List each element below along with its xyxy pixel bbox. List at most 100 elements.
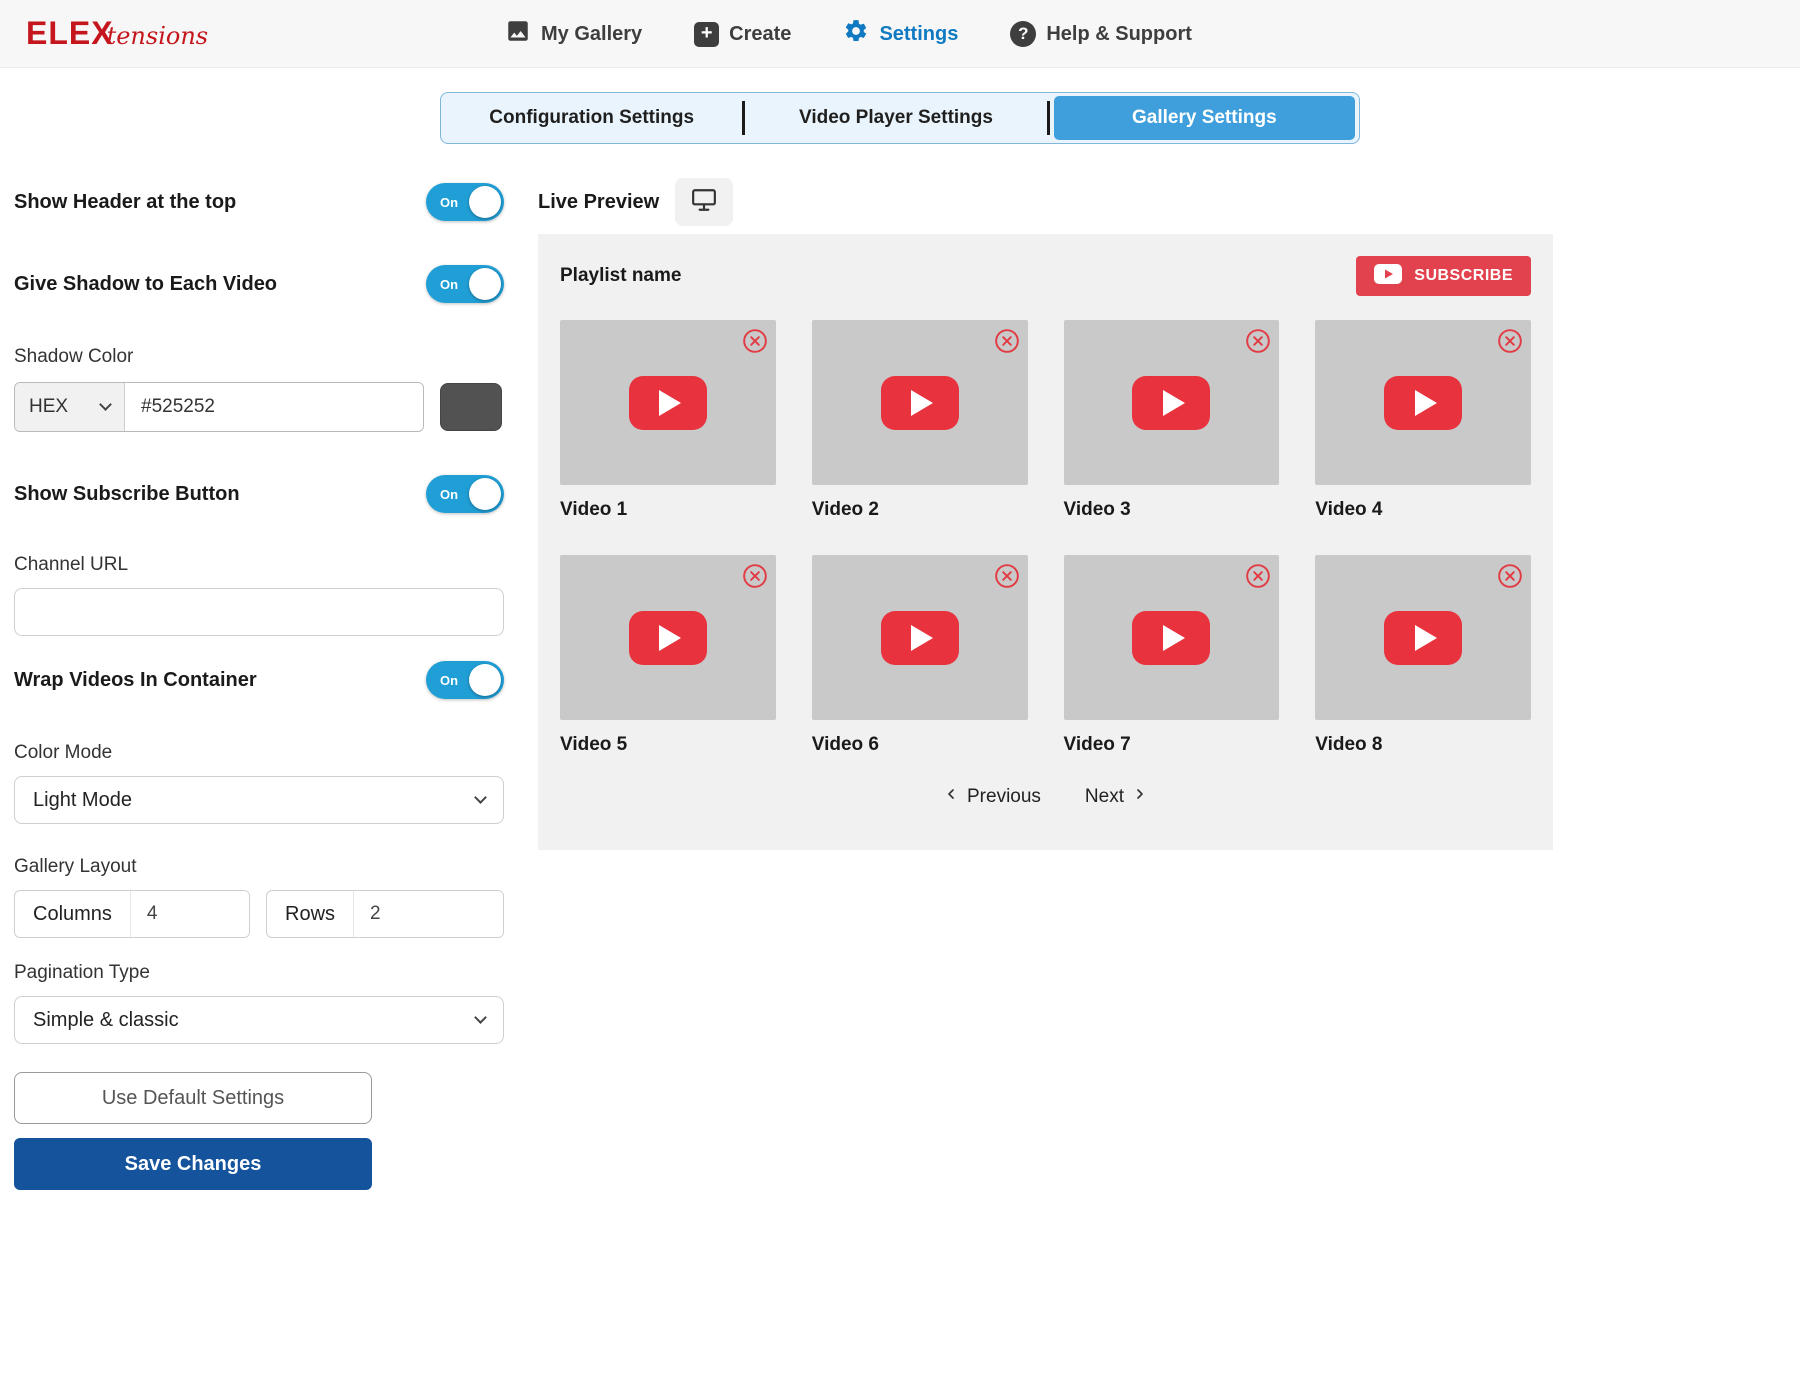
wrap-label: Wrap Videos In Container [14,669,257,692]
remove-video-icon[interactable] [1497,328,1523,354]
video-title: Video 8 [1315,734,1531,756]
youtube-play-icon[interactable] [881,376,959,430]
playlist-name: Playlist name [560,265,681,287]
channel-url-section: Channel URL [14,554,504,636]
video-thumbnail[interactable] [1064,555,1280,720]
desktop-preview-button[interactable] [675,178,733,226]
color-mode-label: Color Mode [14,742,504,764]
previous-page-link[interactable]: Previous [943,786,1041,808]
youtube-play-icon[interactable] [629,376,707,430]
youtube-play-icon[interactable] [1384,611,1462,665]
columns-input[interactable] [130,891,249,937]
pagination-type-value: Simple & classic [33,1009,179,1032]
video-card: Video 1 [560,320,776,521]
video-thumbnail[interactable] [1315,555,1531,720]
video-title: Video 2 [812,499,1028,521]
subscribe-button[interactable]: SUBSCRIBE [1356,256,1531,296]
video-thumbnail[interactable] [812,320,1028,485]
tab-configuration-settings[interactable]: Configuration Settings [441,93,742,143]
chevron-down-icon [474,791,487,804]
color-format-select[interactable]: HEX [15,383,125,431]
use-default-settings-button[interactable]: Use Default Settings [14,1072,372,1124]
subscribe-toggle[interactable]: On [426,475,504,513]
video-card: Video 2 [812,320,1028,521]
video-thumbnail[interactable] [1315,320,1531,485]
pagination-type-select[interactable]: Simple & classic [14,996,504,1044]
show-header-label: Show Header at the top [14,191,236,214]
nav-label: Settings [879,23,958,46]
play-triangle [659,390,681,416]
chevron-down-icon [474,1011,487,1024]
youtube-play-icon[interactable] [1132,611,1210,665]
chevron-right-icon [1132,786,1148,808]
youtube-play-icon[interactable] [1132,376,1210,430]
channel-url-input[interactable] [14,588,504,636]
toggle-knob [469,268,501,300]
toggle-knob [469,664,501,696]
live-preview-title: Live Preview [538,191,659,214]
remove-video-icon[interactable] [1497,563,1523,589]
nav-item-settings[interactable]: Settings [843,18,958,50]
columns-field: Columns [14,890,250,938]
video-thumbnail[interactable] [1064,320,1280,485]
color-format-value: HEX [29,396,68,418]
show-header-toggle[interactable]: On [426,183,504,221]
video-card: Video 6 [812,555,1028,756]
tab-divider [1047,101,1050,135]
gallery-icon [505,18,531,50]
pagination-type-label: Pagination Type [14,962,504,984]
remove-video-icon[interactable] [994,563,1020,589]
shadow-color-input[interactable] [125,383,423,431]
play-triangle [911,625,933,651]
nav-item-my-gallery[interactable]: My Gallery [505,18,642,50]
video-thumbnail[interactable] [560,555,776,720]
video-title: Video 3 [1064,499,1280,521]
save-changes-button[interactable]: Save Changes [14,1138,372,1190]
next-page-link[interactable]: Next [1085,786,1148,808]
settings-form: Show Header at the top On Give Shadow to… [14,180,504,1190]
remove-video-icon[interactable] [742,563,768,589]
nav-item-create[interactable]: Create [694,22,791,47]
play-triangle [1415,625,1437,651]
nav-item-help-support[interactable]: Help & Support [1010,21,1192,47]
youtube-play-icon[interactable] [881,611,959,665]
play-triangle [659,625,681,651]
nav-label: Create [729,23,791,46]
remove-video-icon[interactable] [994,328,1020,354]
rows-input[interactable] [353,891,503,937]
remove-video-icon[interactable] [1245,563,1271,589]
youtube-icon [1374,264,1402,289]
color-mode-select[interactable]: Light Mode [14,776,504,824]
shadow-color-swatch[interactable] [440,383,502,431]
logo-script-text: tensions [107,22,209,50]
shadow-toggle[interactable]: On [426,265,504,303]
play-triangle [1163,390,1185,416]
video-title: Video 6 [812,734,1028,756]
toggle-state-label: On [440,487,458,502]
video-thumbnail[interactable] [560,320,776,485]
youtube-play-icon[interactable] [629,611,707,665]
remove-video-icon[interactable] [742,328,768,354]
video-thumbnail[interactable] [812,555,1028,720]
logo-text: ELEX [26,15,114,52]
rows-label: Rows [267,891,353,937]
youtube-play-icon[interactable] [1384,376,1462,430]
subscribe-label: SUBSCRIBE [1414,267,1513,285]
color-mode-section: Color Mode Light Mode [14,742,504,824]
wrap-row: Wrap Videos In Container On [14,658,504,702]
tab-gallery-settings[interactable]: Gallery Settings [1054,96,1355,140]
wrap-toggle[interactable]: On [426,661,504,699]
remove-video-icon[interactable] [1245,328,1271,354]
plus-square-icon [694,22,719,47]
video-grid: Video 1 Video 2 Video 3 [560,320,1531,756]
top-nav-bar: ELEX tensions My Gallery Create Settings [0,0,1800,68]
video-card: Video 7 [1064,555,1280,756]
tab-video-player-settings[interactable]: Video Player Settings [745,93,1046,143]
shadow-label: Give Shadow to Each Video [14,273,277,296]
nav-label: My Gallery [541,23,642,46]
video-title: Video 1 [560,499,776,521]
toggle-state-label: On [440,673,458,688]
logo[interactable]: ELEX tensions [26,15,208,52]
video-title: Video 7 [1064,734,1280,756]
main-nav: My Gallery Create Settings Help & Suppor… [505,0,1192,68]
